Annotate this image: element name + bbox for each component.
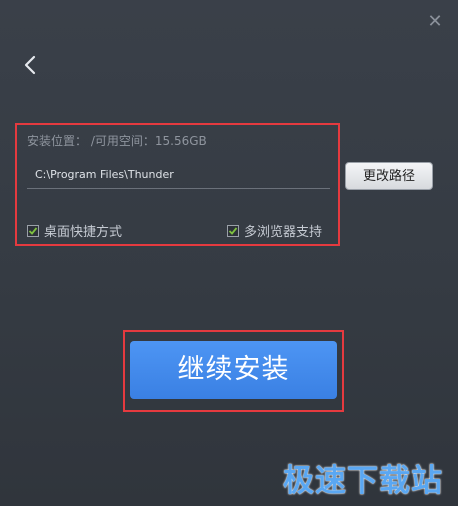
checkmark-icon [228, 226, 238, 235]
chevron-left-icon [24, 55, 36, 75]
desktop-shortcut-label: 桌面快捷方式 [44, 225, 123, 240]
back-button[interactable] [20, 52, 42, 78]
continue-install-button[interactable]: 继续安装 [130, 341, 337, 399]
desktop-shortcut-option[interactable]: 桌面快捷方式 [27, 221, 122, 240]
close-button[interactable]: ✕ [425, 12, 445, 32]
install-location-panel: 安装位置： /可用空间：15.56GB 桌面快捷方式 多浏览器支持 [15, 123, 340, 246]
multi-browser-checkbox[interactable] [227, 224, 239, 237]
install-path-input[interactable] [27, 161, 330, 189]
change-path-button[interactable]: 更改路径 [345, 162, 433, 190]
watermark-logo: 极速下载站 [283, 463, 443, 499]
install-button-frame: 继续安装 [123, 330, 344, 412]
multi-browser-option[interactable]: 多浏览器支持 [227, 221, 322, 240]
available-space-label: 安装位置： /可用空间：15.56GB [27, 134, 207, 148]
close-icon: ✕ [427, 11, 443, 32]
desktop-shortcut-checkbox[interactable] [27, 224, 39, 237]
multi-browser-label: 多浏览器支持 [244, 225, 323, 240]
checkmark-icon [28, 226, 38, 235]
